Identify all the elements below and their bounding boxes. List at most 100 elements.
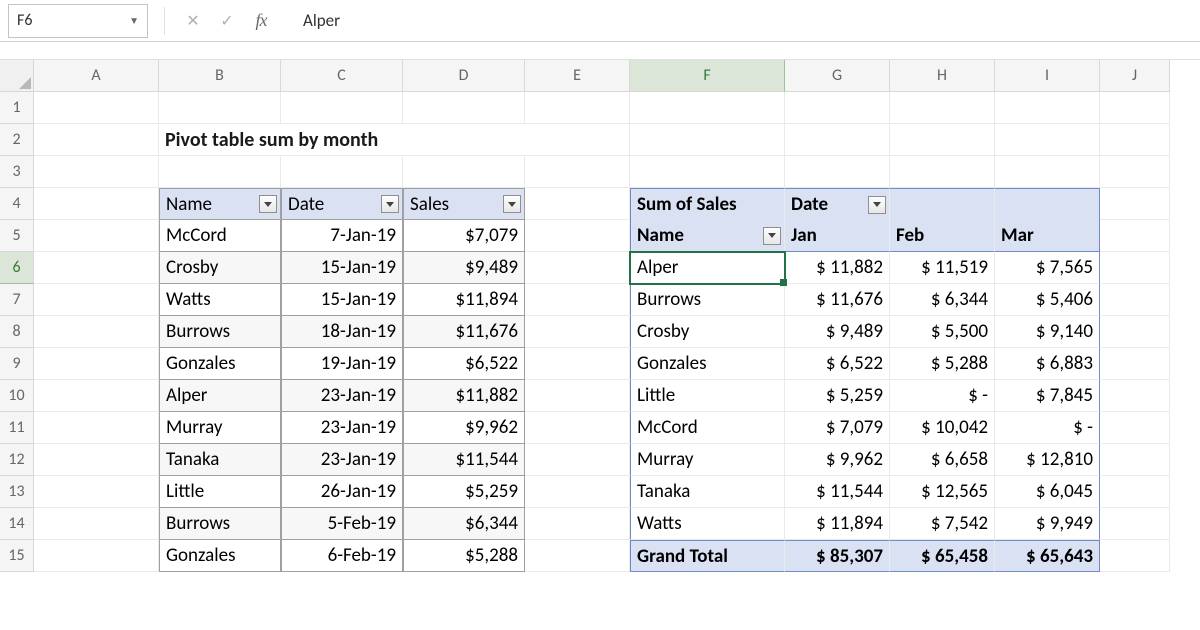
row-header[interactable]: 2 xyxy=(0,124,34,156)
cell[interactable] xyxy=(34,220,159,252)
table-header-sales[interactable]: Sales xyxy=(403,188,525,220)
pivot-value[interactable]: $ 5,406 xyxy=(995,284,1100,316)
chevron-down-icon[interactable]: ▼ xyxy=(129,14,139,27)
worksheet-grid[interactable]: A B C D E F G H I J 1 2 Pivot table sum … xyxy=(0,60,1200,572)
cell[interactable] xyxy=(1100,188,1170,220)
pivot-value[interactable]: $ 11,519 xyxy=(890,252,995,284)
table-cell[interactable]: 15-Jan-19 xyxy=(281,252,403,284)
row-header[interactable]: 11 xyxy=(0,412,34,444)
cell[interactable] xyxy=(525,412,630,444)
pivot-value[interactable]: $ 5,259 xyxy=(785,380,890,412)
row-header[interactable]: 14 xyxy=(0,508,34,540)
cell[interactable] xyxy=(34,540,159,572)
pivot-value[interactable]: $ 7,565 xyxy=(995,252,1100,284)
table-cell[interactable]: $7,079 xyxy=(403,220,525,252)
cell[interactable] xyxy=(281,156,403,188)
table-cell[interactable]: 15-Jan-19 xyxy=(281,284,403,316)
col-header[interactable]: J xyxy=(1100,60,1170,92)
cell[interactable] xyxy=(1100,476,1170,508)
cell[interactable] xyxy=(34,252,159,284)
pivot-row-name[interactable]: Alper xyxy=(630,252,785,284)
table-cell[interactable]: $5,259 xyxy=(403,476,525,508)
table-cell[interactable]: $9,962 xyxy=(403,412,525,444)
pivot-value[interactable]: $ 6,045 xyxy=(995,476,1100,508)
table-header-name[interactable]: Name xyxy=(159,188,281,220)
pivot-row-name[interactable]: Murray xyxy=(630,444,785,476)
pivot-value[interactable]: $ 9,140 xyxy=(995,316,1100,348)
col-header[interactable]: C xyxy=(281,60,403,92)
pivot-value[interactable]: $ 9,489 xyxy=(785,316,890,348)
pivot-grand-total[interactable]: $ 85,307 xyxy=(785,540,890,572)
row-header[interactable]: 1 xyxy=(0,92,34,124)
pivot-row-name[interactable]: Crosby xyxy=(630,316,785,348)
cell[interactable] xyxy=(525,348,630,380)
cell[interactable] xyxy=(525,156,630,188)
row-header[interactable]: 12 xyxy=(0,444,34,476)
pivot-row-name[interactable]: Tanaka xyxy=(630,476,785,508)
cell[interactable] xyxy=(785,156,890,188)
cell[interactable] xyxy=(34,156,159,188)
pivot-value[interactable]: $ 11,676 xyxy=(785,284,890,316)
formula-value[interactable]: Alper xyxy=(283,10,1192,31)
table-cell[interactable]: $5,288 xyxy=(403,540,525,572)
row-header[interactable]: 3 xyxy=(0,156,34,188)
filter-dropdown-icon[interactable] xyxy=(503,195,521,213)
table-cell[interactable]: Watts xyxy=(159,284,281,316)
pivot-value[interactable]: $ 7,845 xyxy=(995,380,1100,412)
table-cell[interactable]: $9,489 xyxy=(403,252,525,284)
cell[interactable] xyxy=(403,92,525,124)
pivot-row-name[interactable]: Gonzales xyxy=(630,348,785,380)
col-header[interactable]: I xyxy=(995,60,1100,92)
cell[interactable] xyxy=(1100,156,1170,188)
col-header[interactable]: H xyxy=(890,60,995,92)
col-header[interactable]: G xyxy=(785,60,890,92)
cell[interactable] xyxy=(1100,124,1170,156)
row-header[interactable]: 7 xyxy=(0,284,34,316)
pivot-value[interactable]: $ 6,344 xyxy=(890,284,995,316)
pivot-value[interactable]: $ 6,522 xyxy=(785,348,890,380)
table-cell[interactable]: $11,882 xyxy=(403,380,525,412)
cell[interactable] xyxy=(1100,380,1170,412)
cell[interactable] xyxy=(525,380,630,412)
table-cell[interactable]: Gonzales xyxy=(159,540,281,572)
cell[interactable] xyxy=(34,316,159,348)
table-cell[interactable]: 26-Jan-19 xyxy=(281,476,403,508)
pivot-value[interactable]: $ 6,883 xyxy=(995,348,1100,380)
table-cell[interactable]: Little xyxy=(159,476,281,508)
table-cell[interactable]: 18-Jan-19 xyxy=(281,316,403,348)
table-cell[interactable]: $6,344 xyxy=(403,508,525,540)
table-cell[interactable]: $11,894 xyxy=(403,284,525,316)
pivot-value[interactable]: $ 11,882 xyxy=(785,252,890,284)
row-header[interactable]: 15 xyxy=(0,540,34,572)
cell[interactable] xyxy=(1100,508,1170,540)
pivot-grand-total[interactable]: $ 65,643 xyxy=(995,540,1100,572)
row-header[interactable]: 5 xyxy=(0,220,34,252)
cell[interactable] xyxy=(1100,444,1170,476)
cell[interactable] xyxy=(34,124,159,156)
table-cell[interactable]: Burrows xyxy=(159,316,281,348)
table-cell[interactable]: Murray xyxy=(159,412,281,444)
cell[interactable] xyxy=(34,348,159,380)
pivot-grand-total[interactable]: $ 65,458 xyxy=(890,540,995,572)
table-header-date[interactable]: Date xyxy=(281,188,403,220)
cell[interactable] xyxy=(159,156,281,188)
pivot-col-header[interactable]: Jan xyxy=(785,220,890,252)
cell[interactable] xyxy=(525,252,630,284)
cell[interactable] xyxy=(34,284,159,316)
name-box[interactable]: F6 ▼ xyxy=(8,4,148,38)
cell[interactable] xyxy=(159,92,281,124)
cell[interactable] xyxy=(1100,348,1170,380)
col-header[interactable]: A xyxy=(34,60,159,92)
pivot-row-name[interactable]: Burrows xyxy=(630,284,785,316)
cell[interactable] xyxy=(34,188,159,220)
table-cell[interactable]: 19-Jan-19 xyxy=(281,348,403,380)
table-cell[interactable]: McCord xyxy=(159,220,281,252)
row-header[interactable]: 6 xyxy=(0,252,34,284)
pivot-value[interactable]: $ 11,544 xyxy=(785,476,890,508)
fx-icon[interactable]: fx xyxy=(249,10,273,31)
pivot-value[interactable]: $ 9,949 xyxy=(995,508,1100,540)
cell[interactable] xyxy=(525,92,630,124)
cell[interactable] xyxy=(890,92,995,124)
cell[interactable] xyxy=(630,92,785,124)
table-cell[interactable]: Burrows xyxy=(159,508,281,540)
